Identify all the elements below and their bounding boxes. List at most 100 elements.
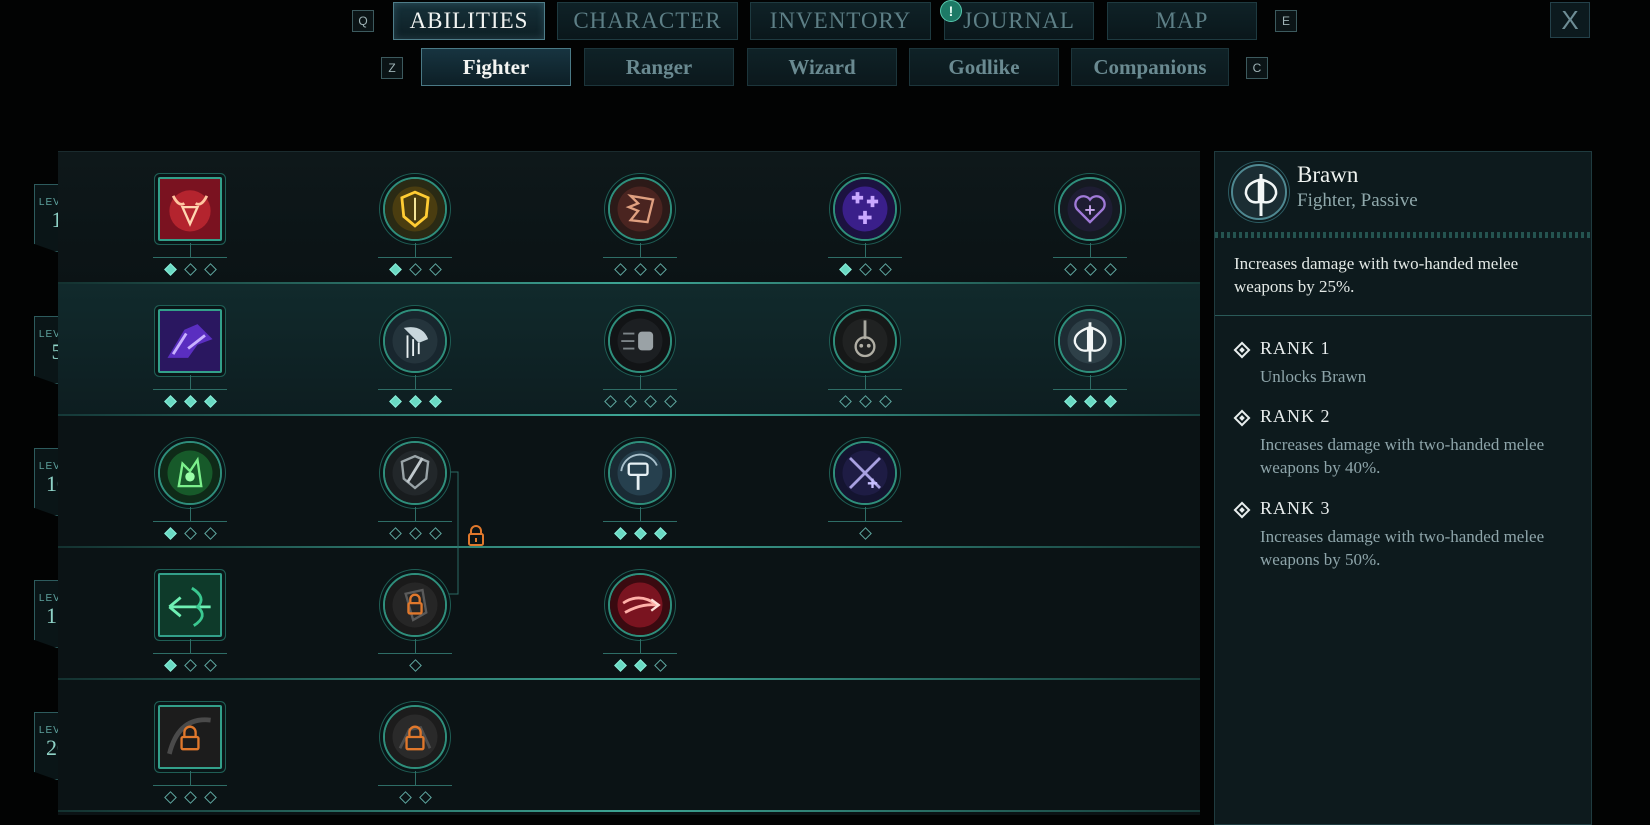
rank-pip-icon <box>428 527 442 540</box>
rank-pip-icon <box>1103 395 1117 408</box>
spiked-shield-icon <box>610 179 670 239</box>
ability-connector <box>865 243 866 257</box>
rank-3-entry: RANK 3 Increases damage with two-handed … <box>1233 498 1573 578</box>
subtab-godlike[interactable]: Godlike <box>909 48 1059 86</box>
tab-map[interactable]: MAP <box>1107 2 1257 40</box>
rank-pips <box>163 263 217 276</box>
ability-axe-slash[interactable] <box>383 309 447 373</box>
next-class-key[interactable]: C <box>1246 57 1268 79</box>
ability-fist[interactable] <box>608 309 672 373</box>
rank-pip-icon <box>388 263 402 276</box>
prev-tab-key[interactable]: Q <box>352 10 374 32</box>
bull-rage-icon <box>160 179 220 239</box>
ability-name: Brawn <box>1297 162 1359 187</box>
rank-pip-icon <box>203 263 217 276</box>
ability-brawn[interactable] <box>1058 309 1122 373</box>
subtab-fighter[interactable]: Fighter <box>421 48 571 86</box>
rank-pips <box>603 395 677 408</box>
double-axe-icon <box>1060 311 1120 371</box>
ability-type: Fighter, Passive <box>1297 190 1418 211</box>
purple-beast-icon <box>160 311 220 371</box>
ability-base-line <box>153 389 227 390</box>
divider <box>1215 232 1591 238</box>
rank-pip-icon <box>878 395 892 408</box>
ability-base-line <box>603 257 677 258</box>
tab-character[interactable]: CHARACTER <box>557 2 738 40</box>
ability-green-arrow[interactable] <box>158 573 222 637</box>
rank-pip-icon <box>203 659 217 672</box>
rank-diamond-icon <box>1233 501 1251 519</box>
ability-red-slash[interactable] <box>608 573 672 637</box>
ability-locked-brawler[interactable] <box>383 705 447 769</box>
subtab-wizard[interactable]: Wizard <box>747 48 897 86</box>
tab-journal[interactable]: JOURNAL <box>944 2 1094 40</box>
row-divider <box>58 810 1200 812</box>
subtab-companions[interactable]: Companions <box>1071 48 1229 86</box>
ability-row-level-20 <box>58 680 1200 812</box>
prev-class-key[interactable]: Z <box>381 57 403 79</box>
rank-pip-icon <box>408 263 422 276</box>
tab-inventory[interactable]: INVENTORY <box>750 2 931 40</box>
ability-purple-beast[interactable] <box>158 309 222 373</box>
rank-pip-icon <box>633 527 647 540</box>
ability-hammer-swirl[interactable] <box>608 441 672 505</box>
crossed-blades-icon <box>835 443 895 503</box>
ability-crossed-blades[interactable] <box>833 441 897 505</box>
rank-pip-icon <box>163 527 177 540</box>
rank-pips <box>388 395 442 408</box>
ability-purple-crosses[interactable] <box>833 177 897 241</box>
rank-pip-icon <box>1103 263 1117 276</box>
rank-pips <box>388 527 442 540</box>
rank-pip-icon <box>653 527 667 540</box>
tab-abilities[interactable]: ABILITIES <box>393 2 545 40</box>
rank-pips <box>1063 395 1117 408</box>
ability-base-line <box>153 521 227 522</box>
rank-pips <box>613 263 667 276</box>
rank-pips <box>613 659 667 672</box>
ability-bull-rage[interactable] <box>158 177 222 241</box>
rank-pips <box>163 395 217 408</box>
ability-base-line <box>828 257 902 258</box>
next-tab-key[interactable]: E <box>1275 10 1297 32</box>
rank-pips <box>388 263 442 276</box>
ability-detail-panel: Brawn Fighter, Passive Increases damage … <box>1214 151 1592 825</box>
ability-golden-shield[interactable] <box>383 177 447 241</box>
ability-connector <box>865 507 866 521</box>
ability-connector <box>190 639 191 653</box>
ability-locked-whirl[interactable] <box>158 705 222 769</box>
rank-pip-icon <box>603 395 617 408</box>
rank-pip-icon <box>398 791 412 804</box>
rank-pips <box>613 527 667 540</box>
ability-description: Increases damage with two-handed melee w… <box>1234 254 1519 296</box>
rank-1-entry: RANK 1 Unlocks Brawn <box>1233 338 1573 394</box>
rank-pip-icon <box>613 527 627 540</box>
ability-heart[interactable] <box>1058 177 1122 241</box>
rank-pip-icon <box>183 395 197 408</box>
rank-pips <box>163 527 217 540</box>
ability-green-spirit[interactable] <box>158 441 222 505</box>
ability-skull-sword[interactable] <box>833 309 897 373</box>
ability-locked-shield[interactable] <box>383 573 447 637</box>
axe-slash-icon <box>385 311 445 371</box>
rank-pips <box>838 395 892 408</box>
golden-shield-icon <box>385 179 445 239</box>
rank-diamond-icon <box>1233 341 1251 359</box>
locked-shield-icon <box>385 575 445 635</box>
rank-pip-icon <box>408 527 422 540</box>
rank-pip-icon <box>663 395 677 408</box>
ability-connector <box>640 639 641 653</box>
rank-pip-icon <box>858 527 872 540</box>
heart-icon <box>1060 179 1120 239</box>
rank-pips <box>398 791 432 804</box>
ability-connector <box>415 243 416 257</box>
ability-connector <box>415 771 416 785</box>
ability-spiked-shield[interactable] <box>608 177 672 241</box>
row-divider <box>58 546 1200 548</box>
subtab-ranger[interactable]: Ranger <box>584 48 734 86</box>
rank-pip-icon <box>633 263 647 276</box>
rank-title: RANK 2 <box>1260 406 1331 426</box>
rank-pip-icon <box>428 263 442 276</box>
rank-pip-icon <box>643 395 657 408</box>
ability-sword-shield[interactable] <box>383 441 447 505</box>
close-button[interactable]: X <box>1550 2 1590 38</box>
